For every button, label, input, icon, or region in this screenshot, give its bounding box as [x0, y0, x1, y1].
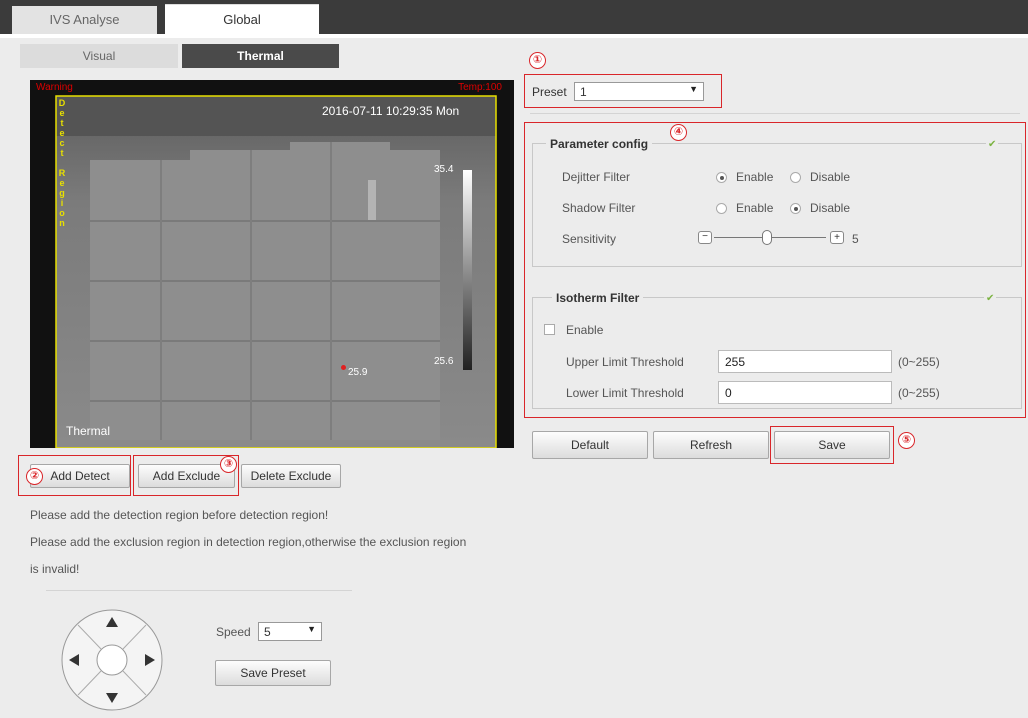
- detect-region-label: D e t e c t R e g i o n: [57, 98, 67, 228]
- callout-number-2: ②: [26, 468, 43, 485]
- tab-ivs-analyse[interactable]: IVS Analyse: [12, 6, 157, 34]
- temp-scale-top: 35.4: [434, 164, 454, 175]
- callout-box-preset: [524, 74, 722, 108]
- divider: [46, 590, 352, 591]
- temp-scale-bottom: 25.6: [434, 356, 454, 367]
- tab-visual[interactable]: Visual: [20, 44, 178, 68]
- video-timestamp: 2016-07-11 10:29:35 Mon: [322, 104, 460, 118]
- callout-box-params: [524, 122, 1026, 418]
- region-char: D: [58, 98, 66, 108]
- callout-number-3: ③: [220, 456, 237, 473]
- region-char: e: [59, 178, 65, 188]
- spot-marker: [341, 365, 346, 370]
- tab-thermal[interactable]: Thermal: [182, 44, 339, 68]
- region-char: g: [59, 188, 65, 198]
- chevron-down-icon: ▼: [307, 624, 316, 634]
- callout-number-5: ⑤: [898, 432, 915, 449]
- tab-visual-label: Visual: [82, 49, 116, 63]
- speed-select[interactable]: 5 ▼: [258, 622, 322, 641]
- region-char: o: [59, 208, 65, 218]
- preset-divider: [530, 113, 1020, 114]
- note-line-3: is invalid!: [30, 562, 80, 576]
- thermal-video-view[interactable]: Warning Temp:100 2016-07-11 10:29:35 Mon…: [30, 80, 514, 448]
- region-char: t: [60, 118, 64, 128]
- region-char: [57, 158, 67, 168]
- note-line-1: Please add the detection region before d…: [30, 508, 329, 522]
- region-char: i: [60, 198, 64, 208]
- tab-global[interactable]: Global: [165, 4, 319, 36]
- ptz-direction-pad[interactable]: [60, 605, 164, 715]
- callout-box-save: [770, 426, 894, 464]
- region-char: e: [59, 108, 65, 118]
- spot-temp: 25.9: [348, 367, 368, 378]
- region-char: n: [59, 218, 65, 228]
- tab-ivs-analyse-label: IVS Analyse: [49, 12, 120, 27]
- default-button[interactable]: Default: [532, 431, 648, 459]
- tab-global-label: Global: [223, 12, 261, 27]
- callout-number-4: ④: [670, 124, 687, 141]
- region-char: R: [58, 168, 66, 178]
- header-line: [0, 34, 1028, 38]
- video-warning-text: Warning: [36, 82, 73, 93]
- refresh-button[interactable]: Refresh: [653, 431, 769, 459]
- delete-exclude-button[interactable]: Delete Exclude: [241, 464, 341, 488]
- video-temp-text: Temp:100: [458, 82, 502, 93]
- speed-value: 5: [264, 625, 271, 639]
- save-preset-button[interactable]: Save Preset: [215, 660, 331, 686]
- tab-thermal-label: Thermal: [237, 49, 284, 63]
- callout-number-1: ①: [529, 52, 546, 69]
- region-char: t: [60, 148, 64, 158]
- speed-label: Speed: [216, 625, 251, 639]
- thermal-scene: [55, 95, 497, 448]
- region-char: e: [59, 128, 65, 138]
- region-char: c: [59, 138, 65, 148]
- channel-label: Thermal: [66, 424, 111, 438]
- note-line-2: Please add the exclusion region in detec…: [30, 535, 467, 549]
